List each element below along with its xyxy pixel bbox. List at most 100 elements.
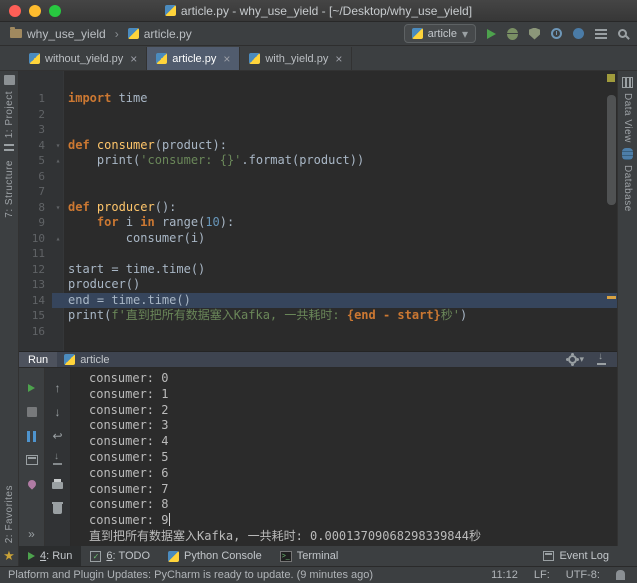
error-stripe-mark[interactable]	[607, 296, 616, 299]
code-line[interactable]: 7	[19, 184, 617, 200]
print-button[interactable]	[52, 482, 63, 489]
fold-marker-icon	[52, 324, 64, 340]
code-text	[64, 122, 617, 138]
favorites-star-icon[interactable]: ★	[3, 549, 15, 562]
toolwindow-todo-button[interactable]: ✓ 6: TODO	[81, 546, 159, 566]
minimize-window-button[interactable]	[29, 5, 41, 17]
window-title: article.py - why_use_yield - [~/Desktop/…	[181, 4, 472, 18]
sidebar-item-favorites[interactable]: 2: Favorites	[4, 485, 15, 543]
code-line[interactable]: 2	[19, 107, 617, 123]
code-line[interactable]: 4▾def consumer(product):	[19, 138, 617, 154]
editor-tab-article[interactable]: article.py ×	[147, 47, 240, 70]
line-number: 2	[19, 107, 52, 123]
code-text	[64, 107, 617, 123]
view-options-button[interactable]	[595, 29, 607, 39]
sidebar-item-structure[interactable]: 7: Structure	[4, 160, 15, 218]
editor-scrollbar-thumb[interactable]	[607, 95, 616, 205]
line-number: 1	[19, 91, 52, 107]
attach-process-button[interactable]	[573, 28, 584, 39]
code-line[interactable]: 14end = time.time()	[19, 293, 617, 309]
fold-marker-icon[interactable]: ▾	[52, 200, 64, 216]
line-number: 8	[19, 200, 52, 216]
restore-layout-button[interactable]	[26, 455, 38, 465]
line-number: 16	[19, 324, 52, 340]
editor-tab-with-yield[interactable]: with_yield.py ×	[240, 47, 352, 70]
code-line[interactable]: 5▴ print('consumer: {}'.format(product))	[19, 153, 617, 169]
breadcrumb-file[interactable]: article.py	[144, 27, 192, 41]
highlighting-level-icon[interactable]	[616, 570, 625, 580]
code-line[interactable]: 1import time	[19, 91, 617, 107]
sidebar-item-data-view[interactable]: Data View	[622, 93, 633, 143]
code-text: def producer():	[64, 200, 617, 216]
code-line[interactable]: 16	[19, 324, 617, 340]
fold-marker-icon	[52, 122, 64, 138]
code-line[interactable]: 6	[19, 169, 617, 185]
code-line[interactable]: 3	[19, 122, 617, 138]
stop-button[interactable]	[27, 407, 37, 417]
debug-button[interactable]	[507, 28, 518, 40]
pin-tab-button[interactable]	[26, 478, 37, 489]
down-stack-trace-button[interactable]: ↓	[55, 406, 61, 418]
fold-marker-icon[interactable]: ▾	[52, 138, 64, 154]
code-line[interactable]: 15print(f'直到把所有数据塞入Kafka, 一共耗时: {end - s…	[19, 308, 617, 324]
code-line[interactable]: 10▴ consumer(i)	[19, 231, 617, 247]
line-number: 9	[19, 215, 52, 231]
pause-output-button[interactable]	[27, 431, 36, 442]
code-line[interactable]: 8▾def producer():	[19, 200, 617, 216]
fold-marker-icon[interactable]: ▴	[52, 153, 64, 169]
sidebar-item-project[interactable]: 1: Project	[4, 91, 15, 138]
line-number: 11	[19, 246, 52, 262]
event-log-button[interactable]: Event Log	[543, 550, 617, 562]
fold-marker-icon[interactable]: ▴	[52, 231, 64, 247]
show-more-icons-button[interactable]: »	[28, 528, 35, 540]
toolwindow-python-console-button[interactable]: Python Console	[159, 546, 271, 566]
python-file-icon	[128, 28, 139, 39]
editor-tab-without-yield[interactable]: without_yield.py ×	[20, 47, 147, 70]
file-encoding[interactable]: UTF-8:	[566, 569, 600, 581]
zoom-window-button[interactable]	[49, 5, 61, 17]
fold-marker-icon	[52, 246, 64, 262]
bottom-toolwindow-bar: 4: Run ✓ 6: TODO Python Console >_ Termi…	[19, 546, 617, 566]
coverage-button[interactable]	[529, 28, 540, 40]
line-separator[interactable]: LF:	[534, 569, 550, 581]
run-button[interactable]	[487, 29, 496, 39]
caret-position[interactable]: 11:12	[491, 569, 518, 581]
run-settings-button[interactable]: ▾	[568, 355, 584, 364]
tab-label: article.py	[172, 53, 216, 65]
toolwindow-terminal-button[interactable]: >_ Terminal	[271, 546, 348, 566]
line-number: 15	[19, 308, 52, 324]
breadcrumb: why_use_yield › article.py	[10, 27, 192, 41]
code-line[interactable]: 12start = time.time()	[19, 262, 617, 278]
close-tab-icon[interactable]: ×	[130, 52, 137, 66]
code-line[interactable]: 13producer()	[19, 277, 617, 293]
inspections-indicator[interactable]	[607, 74, 615, 82]
gear-icon	[568, 355, 577, 364]
clear-console-button[interactable]	[53, 504, 62, 514]
close-tab-icon[interactable]: ×	[223, 52, 230, 66]
search-everywhere-button[interactable]	[618, 29, 627, 38]
code-text	[64, 324, 617, 340]
fold-marker-icon	[52, 169, 64, 185]
console-line: consumer: 9	[89, 513, 617, 529]
run-tab[interactable]: Run	[19, 352, 57, 367]
close-tab-icon[interactable]: ×	[335, 52, 342, 66]
breadcrumb-project[interactable]: why_use_yield	[27, 27, 106, 41]
hide-panel-button[interactable]	[596, 355, 607, 365]
code-text: producer()	[64, 277, 617, 293]
profiler-button[interactable]	[551, 28, 562, 39]
close-window-button[interactable]	[9, 5, 21, 17]
up-stack-trace-button[interactable]: ↑	[55, 382, 61, 394]
line-number: 14	[19, 293, 52, 309]
code-line[interactable]: 11	[19, 246, 617, 262]
scroll-to-end-button[interactable]	[52, 455, 63, 465]
sidebar-item-database[interactable]: Database	[622, 165, 633, 212]
console-output[interactable]: consumer: 0consumer: 1consumer: 2consume…	[71, 368, 617, 546]
run-configuration-select[interactable]: article ▾	[404, 24, 476, 43]
line-number: 10	[19, 231, 52, 247]
editor[interactable]: 1import time234▾def consumer(product):5▴…	[19, 71, 617, 351]
toolwindow-run-button[interactable]: 4: Run	[19, 546, 81, 566]
status-message[interactable]: Platform and Plugin Updates: PyCharm is …	[8, 569, 373, 581]
rerun-button[interactable]	[28, 384, 35, 392]
soft-wrap-button[interactable]: ↩	[52, 430, 62, 442]
code-line[interactable]: 9 for i in range(10):	[19, 215, 617, 231]
